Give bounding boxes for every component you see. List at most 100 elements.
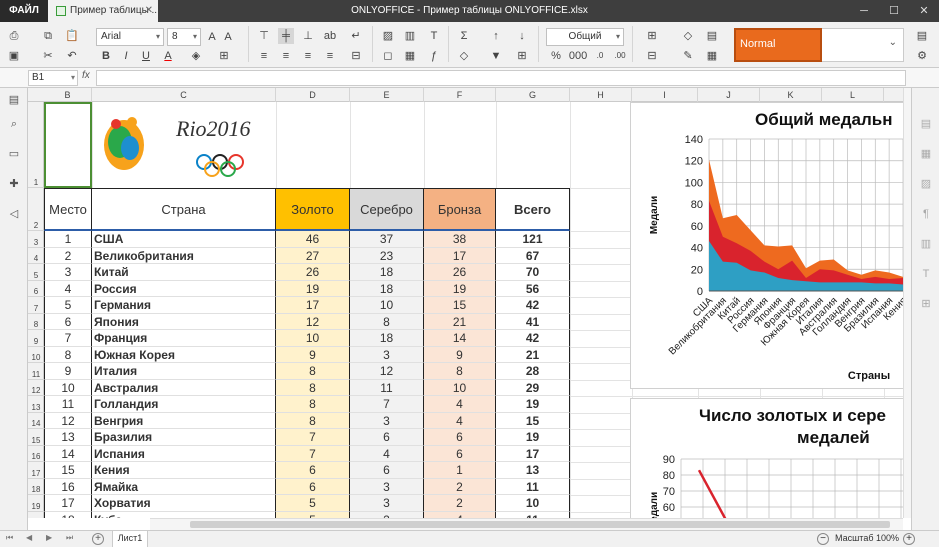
align-middle-icon[interactable]: ╪ [278,28,294,44]
cell-bronze[interactable]: 19 [424,280,496,297]
decrease-decimal-icon[interactable]: .0 [592,48,608,64]
vertical-scrollbar[interactable] [903,88,911,518]
justify-icon[interactable]: ≡ [322,48,338,64]
italic-icon[interactable]: I [118,48,134,64]
cell-bronze[interactable]: 2 [424,495,496,512]
cell-bronze[interactable]: 15 [424,297,496,314]
cell-bronze[interactable]: 4 [424,412,496,429]
cell-country[interactable]: Венгрия [92,412,276,429]
header-total[interactable]: Всего [496,188,570,231]
cell-place[interactable]: 17 [44,495,92,512]
print-icon[interactable]: ⎙ [6,28,22,44]
cell-place[interactable]: 12 [44,412,92,429]
decrease-font-icon[interactable]: A [220,29,236,45]
row-header-4[interactable]: 4 [28,248,44,264]
cell-country[interactable]: Великобритания [92,247,276,264]
cell-bronze[interactable]: 6 [424,429,496,446]
cell-style-gallery[interactable]: ⌄ [822,28,904,62]
row-header-14[interactable]: 14 [28,413,44,429]
row-header-17[interactable]: 17 [28,462,44,479]
row-header-16[interactable]: 16 [28,446,44,462]
copy-icon[interactable]: ⧉ [40,28,56,44]
align-right-icon[interactable]: ≡ [300,48,316,64]
row-header-3[interactable]: 3 [28,231,44,248]
cell-country[interactable]: Франция [92,330,276,347]
cell-silver[interactable]: 11 [350,379,424,396]
cell-total[interactable]: 67 [496,247,570,264]
insert-text-icon[interactable]: T [426,28,442,44]
column-header-K[interactable]: K [760,88,822,102]
clear-icon[interactable]: ◇ [456,48,472,64]
increase-font-icon[interactable]: A [204,29,220,45]
align-bottom-icon[interactable]: ⊥ [300,28,316,44]
cut-icon[interactable]: ✂ [40,48,56,64]
align-left-icon[interactable]: ≡ [256,48,272,64]
cell-place[interactable]: 8 [44,346,92,363]
insert-function-icon[interactable]: ƒ [426,48,442,64]
row-header-6[interactable]: 6 [28,281,44,297]
cell-bronze[interactable]: 1 [424,462,496,479]
image-settings-icon[interactable]: ▨ [918,176,934,192]
cell-bronze[interactable]: 14 [424,330,496,347]
merge-cells-icon[interactable]: ⊟ [348,48,364,64]
header-silver[interactable]: Серебро [350,188,424,231]
cell-bronze[interactable]: 8 [424,363,496,380]
pivot-settings-icon[interactable]: ⊞ [918,296,934,312]
row-header-5[interactable]: 5 [28,264,44,281]
chevron-down-icon[interactable]: ⌄ [889,37,897,48]
filter-options-icon[interactable]: ⊞ [514,48,530,64]
cell-silver[interactable]: 6 [350,462,424,479]
cell-gold[interactable]: 5 [276,495,350,512]
cell-country[interactable]: Германия [92,297,276,314]
cell-total[interactable]: 28 [496,363,570,380]
save-icon[interactable]: ▣ [6,48,22,64]
cell-gold[interactable]: 7 [276,429,350,446]
cells-area[interactable]: Rio2016Rio2016МестоСтранаЗолотоСереброБр… [44,102,903,518]
cell-bronze[interactable]: 9 [424,346,496,363]
cell-total[interactable]: 21 [496,346,570,363]
align-top-icon[interactable]: ⊤ [256,28,272,44]
column-header-I[interactable]: I [632,88,698,102]
first-sheet-icon[interactable]: ⏮ [6,533,13,543]
sort-desc-icon[interactable]: ↓ [514,28,530,44]
cell-silver[interactable]: 7 [350,396,424,413]
header-gold[interactable]: Золото [276,188,350,231]
cell-country[interactable]: Италия [92,363,276,380]
table-template-icon[interactable]: ▦ [704,48,720,64]
cell-country[interactable]: США [92,231,276,248]
cell-place[interactable]: 15 [44,462,92,479]
add-sheet-button[interactable]: + [92,533,104,545]
sum-icon[interactable]: Σ [456,28,472,44]
cell-total[interactable]: 19 [496,396,570,413]
increase-decimal-icon[interactable]: .00 [612,48,628,64]
maximize-icon[interactable]: ☐ [879,0,909,22]
cell-place[interactable]: 14 [44,445,92,462]
formula-input[interactable] [96,70,906,86]
horizontal-scrollbar[interactable] [150,518,903,530]
cell-silver[interactable]: 8 [350,313,424,330]
cell-total[interactable]: 15 [496,412,570,429]
font-name-select[interactable]: Arial ▾ [96,28,164,46]
cell-silver[interactable]: 18 [350,280,424,297]
row-header-9[interactable]: 9 [28,330,44,347]
row-header-11[interactable]: 11 [28,363,44,380]
zoom-in-button[interactable]: + [903,533,915,545]
cell-total[interactable]: 41 [496,313,570,330]
cell-total[interactable]: 56 [496,280,570,297]
cell-country[interactable]: Россия [92,280,276,297]
close-window-icon[interactable]: ✕ [909,0,939,22]
cell-bronze[interactable]: 6 [424,445,496,462]
cell-gold[interactable]: 8 [276,412,350,429]
cell-gold[interactable]: 27 [276,247,350,264]
cell-place[interactable]: 13 [44,429,92,446]
row-header-20[interactable]: 20 [28,512,44,519]
fill-color-icon[interactable]: ◈ [188,48,204,64]
bold-icon[interactable]: B [98,48,114,64]
insert-cells-icon[interactable]: ⊞ [644,28,660,44]
row-header-2[interactable]: 2 [28,188,44,231]
cell-total[interactable]: 121 [496,231,570,248]
column-header-G[interactable]: G [496,88,570,102]
spreadsheet-grid[interactable]: BCDEFGHIJKL 1 2 3 4 5 6 7 8 9 10 11 12 13 14 15 16 17 18 1… [28,88,903,518]
insert-shape-icon[interactable]: ◻ [380,48,396,64]
column-header-L[interactable]: L [822,88,884,102]
